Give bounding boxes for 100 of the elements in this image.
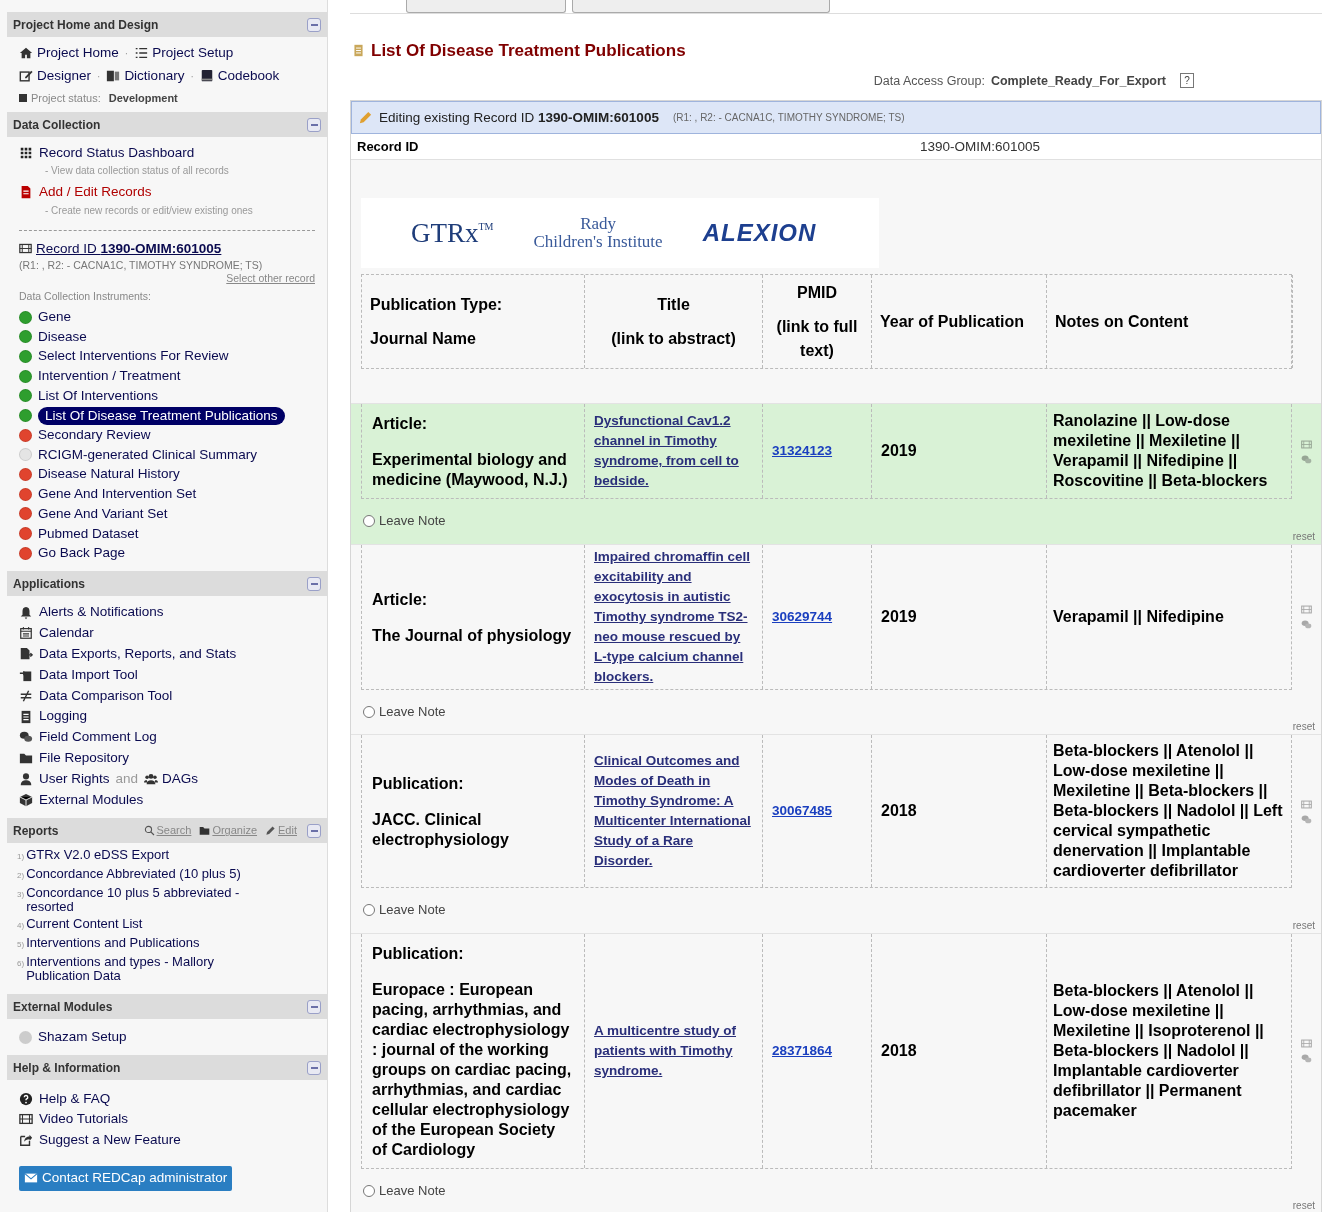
report-link[interactable]: Interventions and types - Mallory Publication Data xyxy=(26,955,267,984)
title-link[interactable]: Impaired chromaffin cell excitability and exocytosis in autistic Timothy syndrome TS2-neo mouse rescued by L-type calcium channel blockers. xyxy=(594,546,753,687)
section-title: Applications xyxy=(13,575,85,593)
nav-link[interactable]: Designer xyxy=(19,66,92,87)
header-text: Title xyxy=(657,294,690,315)
link-description: - Create new records or edit/view existing ones xyxy=(44,203,254,218)
nav-link[interactable]: Dictionary xyxy=(106,66,185,87)
nav-link[interactable]: Alerts & Notifications xyxy=(19,602,164,623)
field-value: 1390-OMIM:601005 xyxy=(920,137,1041,156)
title-link[interactable]: A multicentre study of patients with Timothy syndrome. xyxy=(594,1020,753,1081)
report-link[interactable]: Current Content List xyxy=(26,917,267,932)
contact-button[interactable]: Contact REDCap administrator xyxy=(19,1165,233,1191)
title-link[interactable]: Clinical Outcomes and Modes of Death in Timothy Syndrome: A Multicenter International Study of a Rare Disorder. xyxy=(594,751,753,872)
pencil-icon xyxy=(358,110,373,126)
notes-text: Beta-blockers || Atenolol || Low-dose mexiletine || Mexiletine || Beta-blockers || Beta-blockers || Nadolol || Left cervical sympathetic denervation || Implantable cardioverter defibrillator xyxy=(1053,741,1284,882)
record-link[interactable]: Record ID 1390-OMIM:601005 xyxy=(19,238,315,259)
collapse-button[interactable] xyxy=(307,1060,321,1075)
nav-link[interactable]: File Repository xyxy=(19,748,130,769)
leave-note-option[interactable]: Leave Note xyxy=(363,511,446,531)
joiner-text: and xyxy=(115,769,139,788)
reset-link[interactable]: reset xyxy=(1292,917,1315,933)
nav-link[interactable]: Field Comment Log xyxy=(19,727,157,748)
leave-note-option[interactable]: Leave Note xyxy=(363,1180,446,1201)
instrument-link[interactable]: List Of Interventions xyxy=(38,385,159,406)
instrument-link[interactable]: List Of Disease Treatment Publications xyxy=(38,406,285,425)
nav-link[interactable]: DAGs xyxy=(144,768,199,790)
leave-note-option[interactable]: Leave Note xyxy=(363,701,446,722)
instrument-link[interactable]: Gene And Variant Set xyxy=(38,503,168,525)
edit-icon xyxy=(19,69,33,84)
alexion-logo: ALEXION xyxy=(702,218,817,249)
nav-link[interactable]: Codebook xyxy=(199,66,280,87)
instrument-link[interactable]: Intervention / Treatment xyxy=(38,366,181,387)
nav-link[interactable]: Suggest a New Feature xyxy=(19,1129,315,1150)
collapse-button[interactable] xyxy=(307,17,321,32)
nav-link[interactable]: Data Import Tool xyxy=(19,664,138,686)
pmid-link[interactable]: 28371864 xyxy=(772,1040,833,1061)
nav-link[interactable]: User Rights xyxy=(19,768,110,790)
report-number: 1) xyxy=(17,851,25,864)
comment-icon xyxy=(1301,1053,1312,1065)
logo-text: Rady xyxy=(580,215,616,234)
notes-text: Verapamil || Nifedipine xyxy=(1053,606,1224,627)
toolbar-button[interactable] xyxy=(406,0,566,13)
report-link[interactable]: Interventions and Publications xyxy=(26,936,267,951)
journal-name: The Journal of physiology xyxy=(372,625,573,646)
title-link[interactable]: Dysfunctional Cav1.2 channel in Timothy syndrome, from cell to bedside. xyxy=(594,411,753,492)
comment-icon xyxy=(1301,453,1312,465)
bell-icon xyxy=(19,605,33,620)
nav-link[interactable]: Calendar xyxy=(19,623,94,644)
editing-text: Editing existing Record ID 1390-OMIM:601005 xyxy=(379,108,659,127)
instrument-link[interactable]: Gene And Intervention Set xyxy=(38,484,197,505)
pmid-link[interactable]: 30067485 xyxy=(772,801,833,822)
list-icon xyxy=(134,46,149,61)
separator-dot: · xyxy=(96,69,102,84)
instrument-link[interactable]: Gene xyxy=(38,306,72,328)
select-record-link[interactable]: Select other record xyxy=(226,270,315,287)
collapse-button[interactable] xyxy=(307,117,321,132)
status-label: Project status: xyxy=(31,90,101,106)
toolbar-button[interactable] xyxy=(572,0,830,13)
instrument-link[interactable]: Disease Natural History xyxy=(38,464,180,485)
instrument-link[interactable]: Disease xyxy=(38,326,87,347)
help-button[interactable]: ? xyxy=(1180,73,1194,89)
nav-link[interactable]: Help & FAQ xyxy=(19,1088,315,1109)
history-icon xyxy=(1301,438,1312,450)
report-number: 5) xyxy=(17,939,25,952)
report-number: 3) xyxy=(17,889,25,902)
report-link[interactable]: Concordance 10 plus 5 abbreviated - resorted xyxy=(26,886,267,915)
nav-link[interactable]: Shazam Setup xyxy=(19,1027,315,1048)
instrument-link[interactable]: Go Back Page xyxy=(38,543,126,564)
report-link[interactable]: Concordance Abbreviated (10 plus 5) xyxy=(26,867,267,882)
instrument-link[interactable]: Select Interventions For Review xyxy=(38,346,229,367)
reset-link[interactable]: reset xyxy=(1292,719,1315,735)
nav-link[interactable]: External Modules xyxy=(19,789,144,810)
nav-link[interactable]: Add / Edit Records xyxy=(19,182,315,203)
pmid-link[interactable]: 30629744 xyxy=(772,606,833,627)
instrument-link[interactable]: Pubmed Dataset xyxy=(38,523,139,544)
nav-link[interactable]: Project Home xyxy=(19,43,119,64)
publication-type: Article: xyxy=(372,589,429,610)
instrument-link[interactable]: RCIGM-generated Clinical Summary xyxy=(38,444,258,466)
comments-icon xyxy=(19,730,33,745)
grid-icon xyxy=(19,146,33,161)
nav-link[interactable]: Data Exports, Reports, and Stats xyxy=(19,644,237,665)
reset-link[interactable]: reset xyxy=(1292,528,1315,544)
nav-link[interactable]: Video Tutorials xyxy=(19,1108,315,1130)
section-title: Reports xyxy=(13,822,59,840)
report-link[interactable]: GTRx V2.0 eDSS Export xyxy=(26,848,267,863)
section-title: Help & Information xyxy=(13,1059,121,1077)
nav-link[interactable]: Logging xyxy=(19,706,88,727)
home-icon xyxy=(19,46,33,61)
reset-link[interactable]: reset xyxy=(1292,1198,1315,1212)
collapse-button[interactable] xyxy=(307,576,321,591)
leave-note-option[interactable]: Leave Note xyxy=(363,900,446,920)
nav-link[interactable]: Record Status Dashboard xyxy=(19,143,315,164)
nav-link[interactable]: Data Comparison Tool xyxy=(19,685,173,706)
collapse-button[interactable] xyxy=(307,999,321,1014)
pmid-link[interactable]: 31324123 xyxy=(772,441,833,462)
instrument-link[interactable]: Secondary Review xyxy=(38,425,151,446)
nav-link[interactable]: Project Setup xyxy=(134,43,234,64)
collapse-button[interactable] xyxy=(307,823,321,838)
report-number: 2) xyxy=(17,870,25,883)
section-title: Data Collection xyxy=(13,116,101,134)
